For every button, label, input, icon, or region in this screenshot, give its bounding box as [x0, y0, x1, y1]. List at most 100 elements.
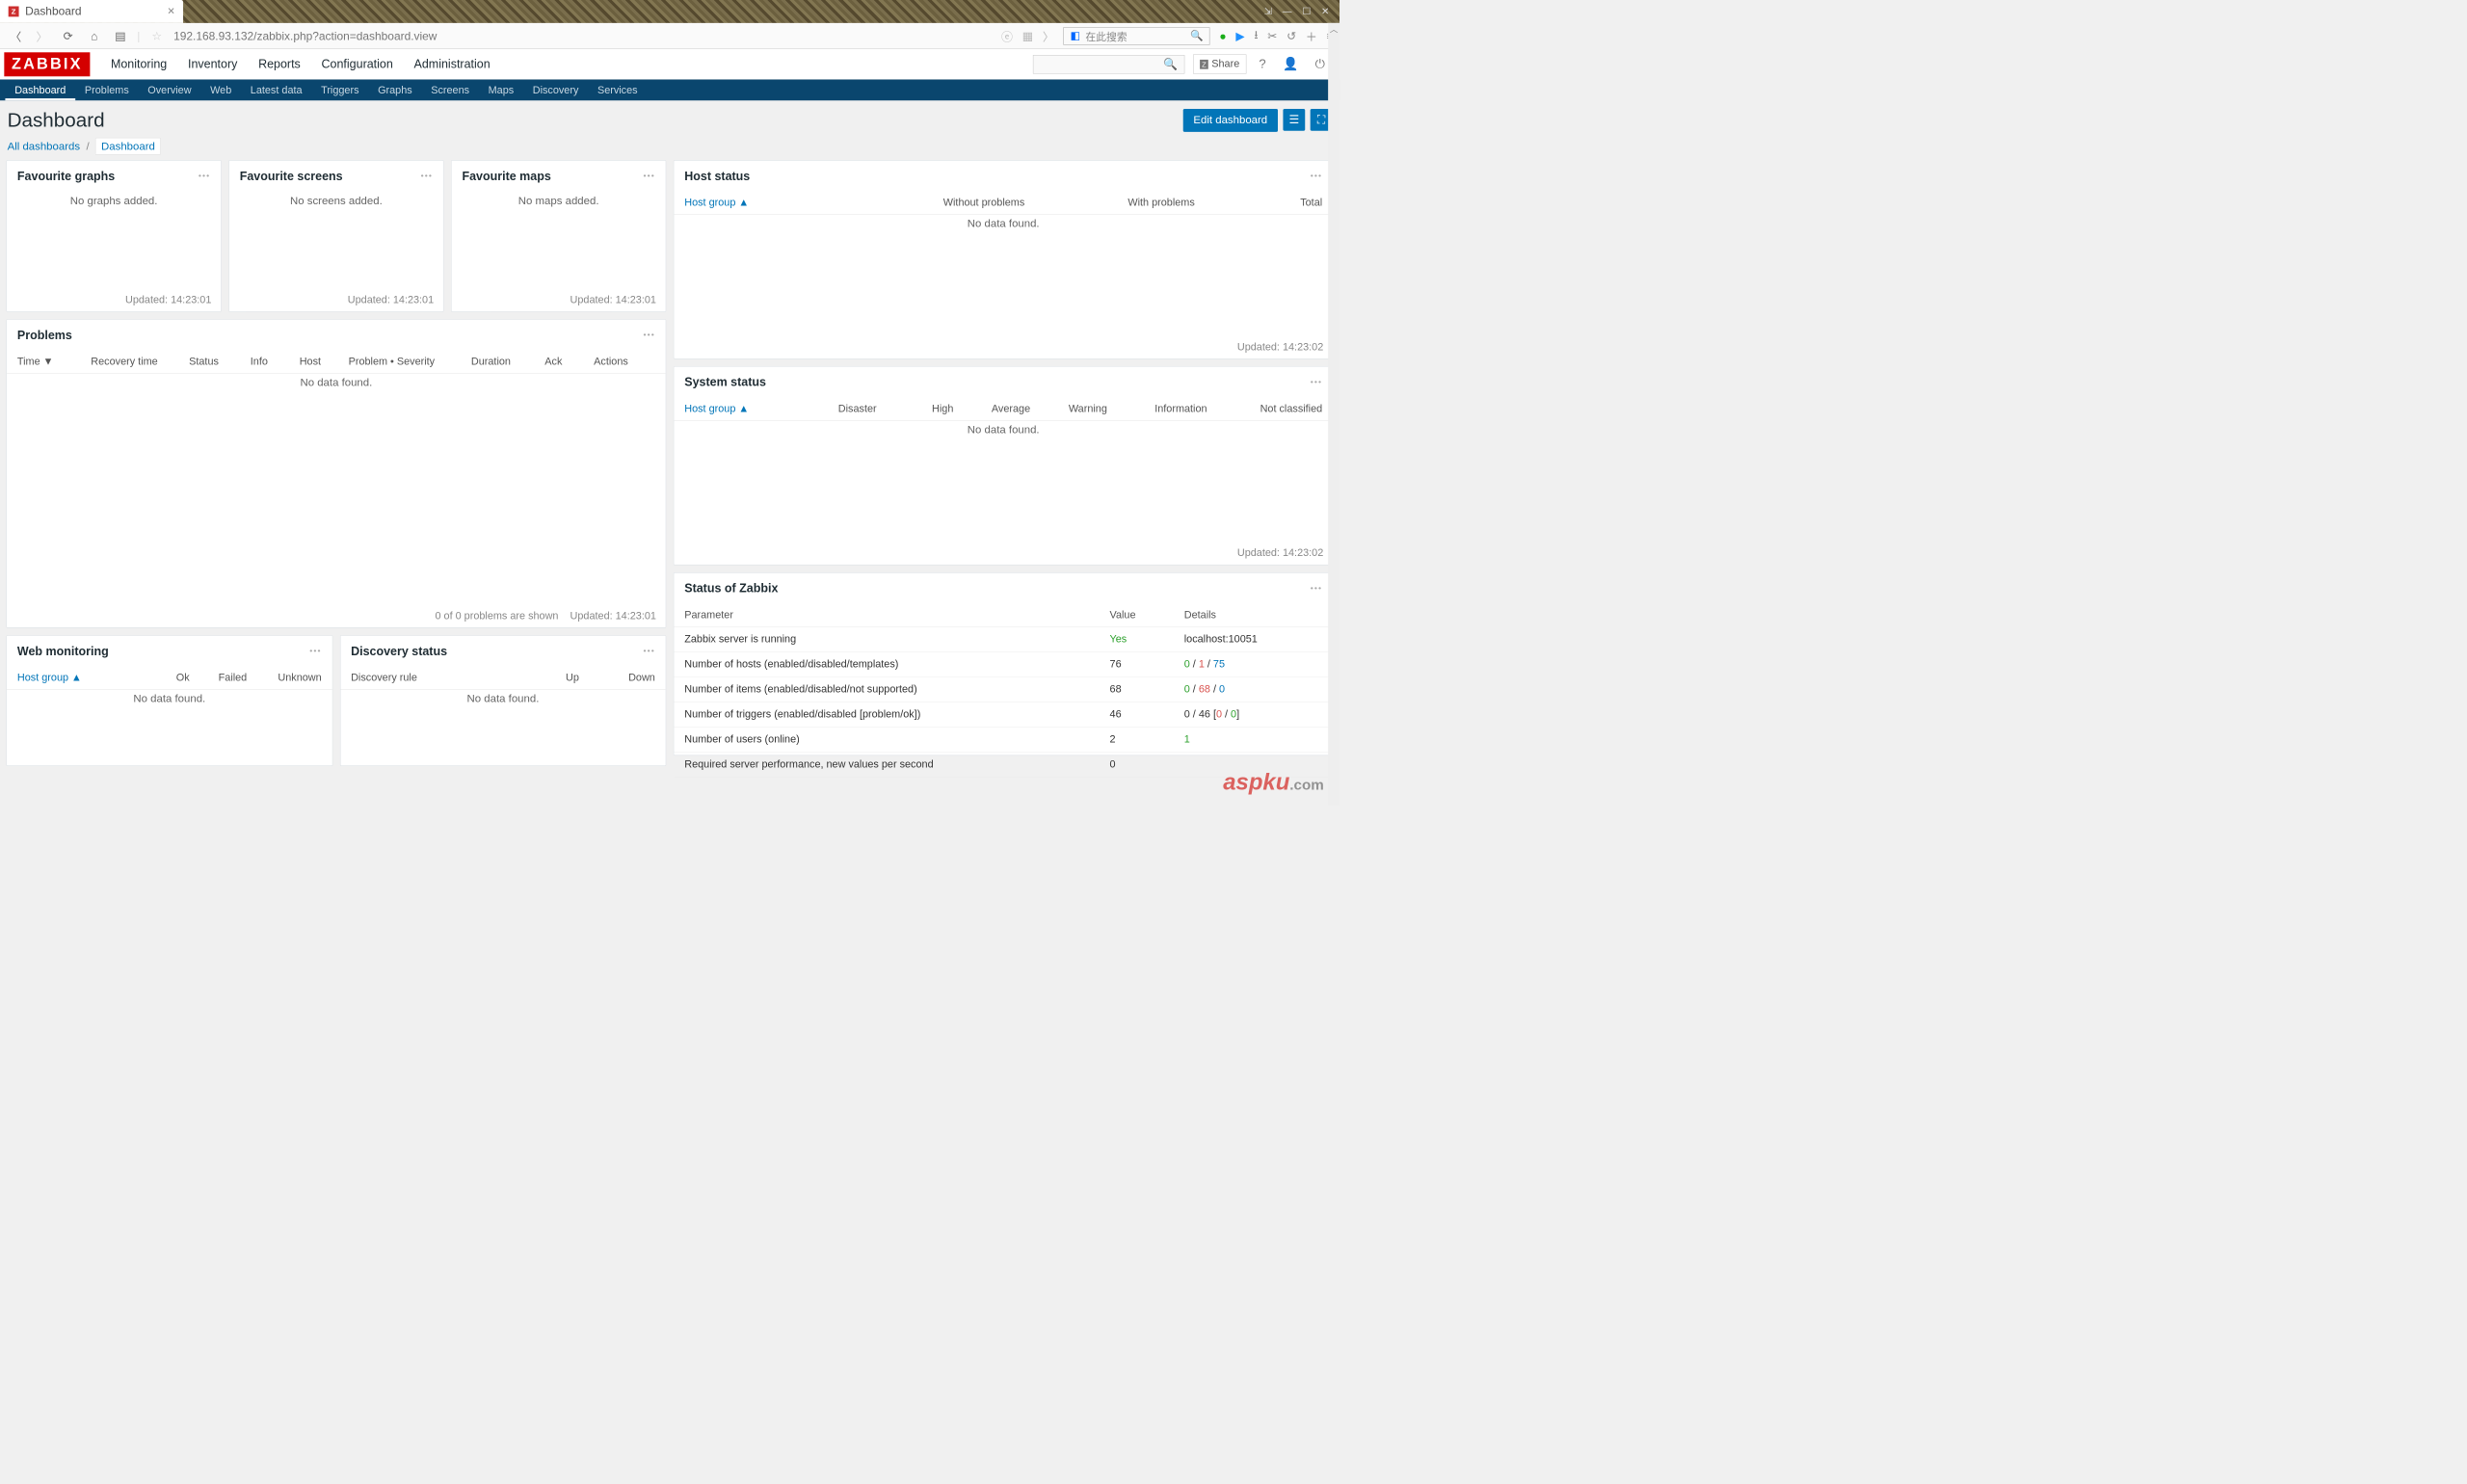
widget-menu-icon[interactable]: •••	[199, 172, 210, 181]
win-max-icon[interactable]: ☐	[1302, 6, 1311, 16]
download-icon[interactable]: ⭳	[1254, 26, 1258, 46]
widget-menu-icon[interactable]: •••	[643, 172, 654, 181]
col-duration[interactable]: Duration	[471, 356, 544, 367]
submenu-latest-data[interactable]: Latest data	[241, 80, 311, 101]
logout-icon[interactable]: ⏻	[1311, 55, 1329, 74]
empty-text: No data found.	[340, 690, 665, 727]
col-actions[interactable]: Actions	[594, 356, 655, 367]
list-button[interactable]: ☰	[1283, 109, 1305, 131]
col-hostgroup[interactable]: Host group ▲	[684, 197, 855, 208]
empty-text: No screens added.	[229, 192, 443, 228]
submenu-overview[interactable]: Overview	[139, 80, 201, 101]
col-with[interactable]: With problems	[1024, 197, 1195, 208]
user-icon[interactable]: 👤	[1279, 54, 1303, 73]
widget-menu-icon[interactable]: •••	[643, 331, 654, 340]
breadcrumb-all-dashboards[interactable]: All dashboards	[8, 141, 80, 152]
plus-icon[interactable]: ＋	[1306, 28, 1317, 44]
url-bar[interactable]: 192.168.93.132/zabbix.php?action=dashboa…	[173, 29, 994, 42]
back-icon[interactable]: 〈	[7, 28, 26, 44]
col-host[interactable]: Host	[300, 356, 349, 367]
cell-parameter: Number of hosts (enabled/disabled/templa…	[684, 658, 1109, 670]
tab-close-icon[interactable]: ×	[168, 4, 175, 18]
menu-monitoring[interactable]: Monitoring	[100, 47, 177, 80]
tab-title: Dashboard	[25, 5, 81, 18]
widget-menu-icon[interactable]: •••	[421, 172, 433, 181]
submenu-graphs[interactable]: Graphs	[368, 80, 421, 101]
submenu-discovery[interactable]: Discovery	[523, 80, 588, 101]
submenu-triggers[interactable]: Triggers	[311, 80, 368, 101]
col-recovery[interactable]: Recovery time	[91, 356, 189, 367]
zabbix-search[interactable]: 🔍	[1033, 55, 1184, 74]
page-title-bar: Dashboard Edit dashboard ☰ ⛶	[0, 100, 1340, 136]
col-unknown[interactable]: Unknown	[247, 672, 321, 683]
col-ack[interactable]: Ack	[544, 356, 594, 367]
widget-menu-icon[interactable]: •••	[1311, 584, 1322, 594]
play-icon[interactable]: ▶	[1235, 29, 1244, 42]
submenu-web[interactable]: Web	[200, 80, 241, 101]
menu-configuration[interactable]: Configuration	[311, 47, 404, 80]
browser-tab[interactable]: Z Dashboard ×	[0, 0, 183, 23]
edit-dashboard-button[interactable]: Edit dashboard	[1183, 109, 1278, 132]
breadcrumb: All dashboards / Dashboard	[0, 136, 1340, 160]
col-information[interactable]: Information	[1107, 403, 1207, 414]
forward-icon[interactable]: 〉	[33, 28, 52, 44]
star-icon[interactable]: ☆	[147, 29, 167, 42]
col-without[interactable]: Without problems	[855, 197, 1025, 208]
widget-menu-icon[interactable]: •••	[1311, 172, 1322, 181]
col-status[interactable]: Status	[189, 356, 251, 367]
col-up[interactable]: Up	[503, 672, 579, 683]
dropdown-icon[interactable]: 〉	[1043, 28, 1054, 44]
browser-search[interactable]: ◧ 在此搜索 🔍	[1064, 27, 1210, 44]
col-notclassified[interactable]: Not classified	[1207, 403, 1323, 414]
share-button[interactable]: ZShare	[1193, 54, 1246, 73]
col-hostgroup[interactable]: Host group ▲	[17, 672, 132, 683]
col-disaster[interactable]: Disaster	[800, 403, 877, 414]
col-warning[interactable]: Warning	[1030, 403, 1107, 414]
help-icon[interactable]: ?	[1255, 55, 1270, 74]
scroll-up-icon[interactable]: ︿	[1328, 23, 1340, 35]
col-down[interactable]: Down	[579, 672, 655, 683]
menu-reports[interactable]: Reports	[248, 47, 310, 80]
submenu-problems[interactable]: Problems	[75, 80, 138, 101]
widget-menu-icon[interactable]: •••	[1311, 378, 1322, 387]
widget-menu-icon[interactable]: •••	[643, 647, 654, 656]
col-hostgroup[interactable]: Host group ▲	[684, 403, 800, 414]
col-total[interactable]: Total	[1195, 197, 1322, 208]
col-parameter[interactable]: Parameter	[684, 609, 1109, 621]
favourites-row: Favourite graphs••• No graphs added. Upd…	[7, 160, 667, 311]
win-trail-icon[interactable]: ⇲	[1264, 6, 1272, 16]
win-close-icon[interactable]: ✕	[1321, 6, 1329, 16]
cell-details: 1	[1184, 733, 1322, 745]
zabbix-logo[interactable]: ZABBIX	[4, 52, 90, 76]
col-high[interactable]: High	[877, 403, 954, 414]
col-average[interactable]: Average	[953, 403, 1030, 414]
wechat-icon[interactable]: ●	[1219, 29, 1226, 42]
col-time[interactable]: Time ▼	[17, 356, 91, 367]
cut-icon[interactable]: ✂	[1267, 29, 1277, 42]
col-problem[interactable]: Problem • Severity	[349, 356, 471, 367]
col-details[interactable]: Details	[1184, 609, 1322, 621]
col-rule[interactable]: Discovery rule	[351, 672, 503, 683]
home-icon[interactable]: ⌂	[85, 29, 104, 42]
win-min-icon[interactable]: —	[1283, 6, 1292, 16]
reader-icon[interactable]: ▤	[111, 29, 130, 42]
submenu-dashboard[interactable]: Dashboard	[5, 80, 75, 101]
col-ok[interactable]: Ok	[132, 672, 190, 683]
widget-menu-icon[interactable]: •••	[309, 647, 321, 656]
compat-icon[interactable]: ⓔ	[1001, 28, 1013, 44]
col-failed[interactable]: Failed	[190, 672, 248, 683]
search-icon[interactable]: 🔍	[1190, 29, 1204, 42]
submenu-services[interactable]: Services	[588, 80, 647, 101]
submenu-screens[interactable]: Screens	[421, 80, 478, 101]
menu-administration[interactable]: Administration	[404, 47, 501, 80]
col-info[interactable]: Info	[251, 356, 300, 367]
submenu-maps[interactable]: Maps	[479, 80, 523, 101]
scrollbar[interactable]: ︿	[1328, 23, 1340, 806]
undo-icon[interactable]: ↺	[1287, 29, 1296, 42]
col-value[interactable]: Value	[1110, 609, 1184, 621]
menu-inventory[interactable]: Inventory	[177, 47, 248, 80]
qr-icon[interactable]: ▦	[1022, 29, 1033, 42]
reload-icon[interactable]: ⟳	[59, 29, 78, 42]
extension-icons: ● ▶ ⭳ ✂ ↺ ＋ ≡	[1219, 26, 1333, 46]
breadcrumb-current: Dashboard	[95, 138, 161, 155]
